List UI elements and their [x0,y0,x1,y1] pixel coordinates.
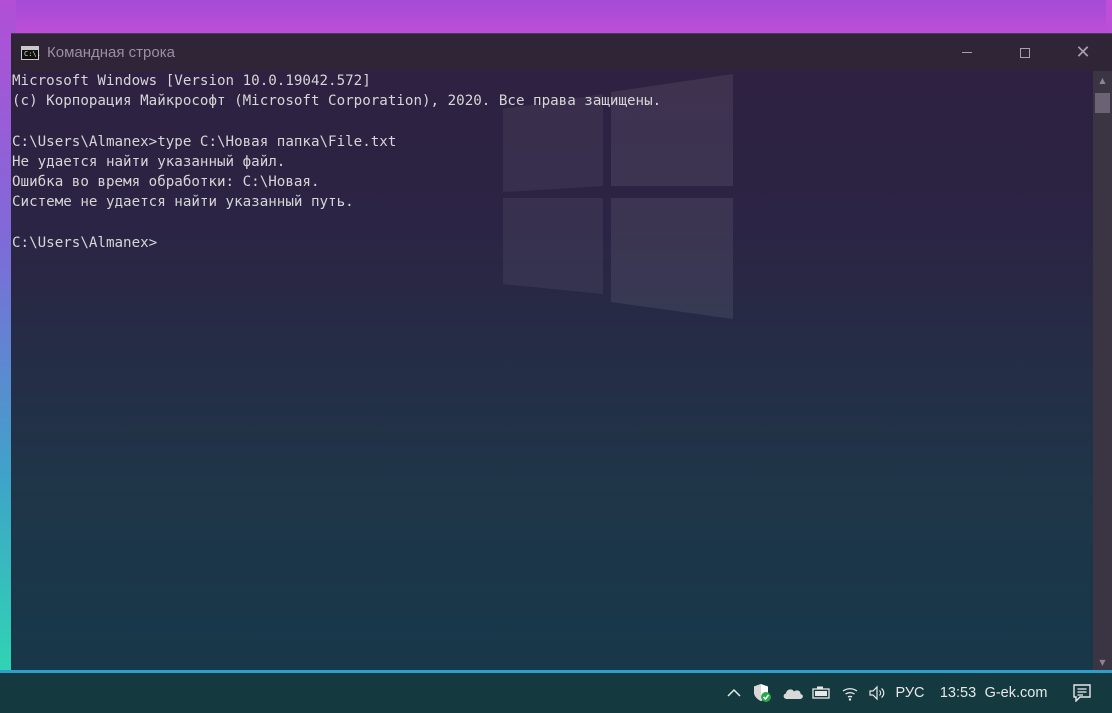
window-title: Командная строка [47,44,175,61]
site-label: G-ek.com [984,685,1048,701]
scroll-down-icon[interactable]: ▼ [1093,653,1112,671]
console-output[interactable]: Microsoft Windows [Version 10.0.19042.57… [11,71,1093,671]
cmd-app-icon-text: C:\. [24,49,41,58]
chevron-up-icon[interactable] [722,673,746,713]
vertical-scrollbar[interactable]: ▲ ▼ [1093,71,1112,671]
scrollbar-thumb[interactable] [1095,93,1110,113]
minimize-icon [962,52,972,53]
console-line: Не удается найти указанный файл. [12,153,286,170]
console-prompt: C:\Users\Almanex> [12,234,158,251]
console-line: (c) Корпорация Майкрософт (Microsoft Cor… [12,93,662,110]
taskbar: РУС 13:53 G-ek.com [0,673,1112,713]
onedrive-cloud-icon[interactable] [778,673,808,713]
console-line: Системе не удается найти указанный путь. [12,194,354,211]
scroll-up-icon[interactable]: ▲ [1093,71,1112,89]
minimize-button[interactable] [938,34,996,71]
close-icon: ✕ [1075,41,1091,63]
command-prompt-window[interactable]: C:\. Командная строка ✕ Microsoft Window… [11,33,1112,674]
maximize-button[interactable] [996,34,1054,71]
defender-shield-icon[interactable] [746,673,778,713]
battery-icon[interactable] [808,673,836,713]
console-line: Microsoft Windows [Version 10.0.19042.57… [12,73,371,89]
console-line: Ошибка во время обработки: C:\Новая. [12,173,320,190]
wifi-icon[interactable] [836,673,864,713]
language-indicator[interactable]: РУС [890,673,930,713]
console-line: C:\Users\Almanex>type C:\Новая папка\Fil… [12,133,397,150]
system-tray: РУС 13:53 G-ek.com [722,673,1112,713]
clock[interactable]: 13:53 [936,673,980,713]
close-button[interactable]: ✕ [1054,34,1112,71]
notification-icon[interactable] [1052,673,1112,713]
maximize-icon [1020,47,1030,58]
volume-icon[interactable] [864,673,890,713]
title-bar[interactable]: C:\. Командная строка ✕ [11,34,1112,71]
cmd-app-icon: C:\. [21,45,41,60]
